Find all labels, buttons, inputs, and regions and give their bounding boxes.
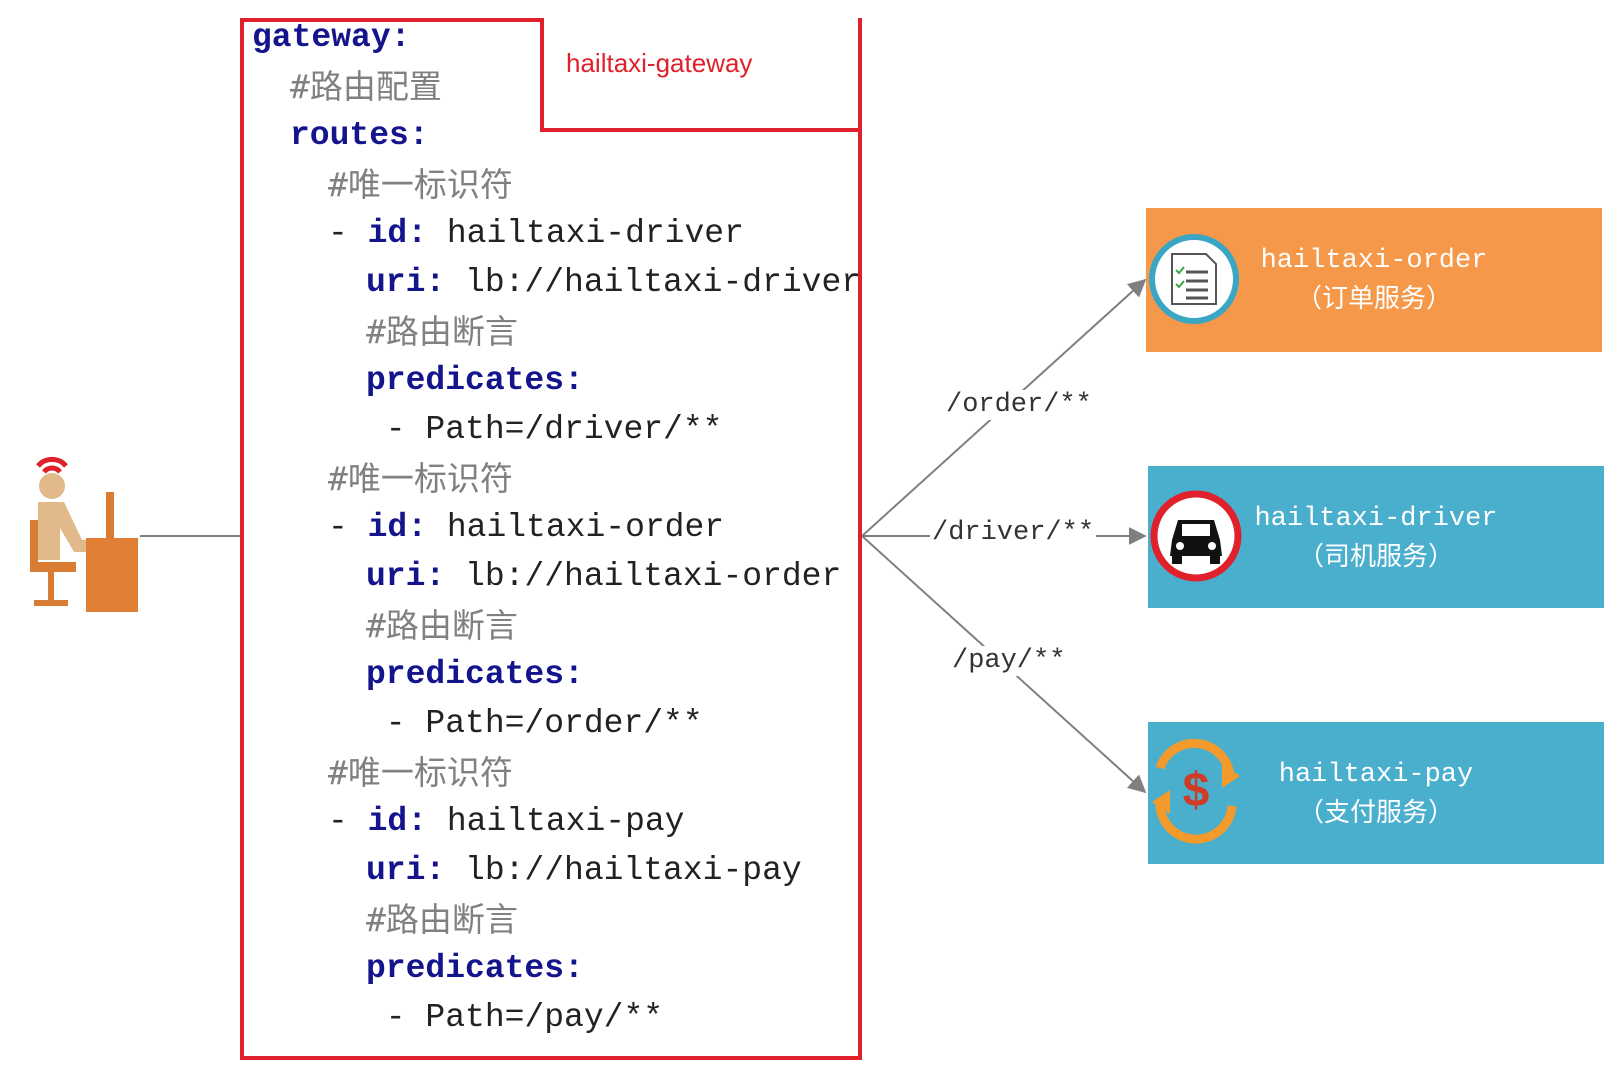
config-comment: #路由配置 — [290, 67, 442, 106]
config-line: predicates: — [366, 949, 584, 989]
config-key: uri: — [366, 558, 446, 595]
config-key: predicates: — [366, 362, 584, 399]
route-label-pay: /pay/** — [950, 646, 1068, 676]
config-comment: #唯一标识符 — [328, 753, 513, 792]
config-list-dash: - — [328, 215, 368, 252]
config-line: - id: hailtaxi-order — [328, 508, 724, 548]
config-key: id: — [367, 509, 428, 546]
service-order-box: hailtaxi-order （订单服务） — [1146, 208, 1602, 352]
service-driver-title: hailtaxi-driver — [1254, 504, 1498, 534]
config-value: - Path=/order/** — [366, 705, 703, 742]
config-line: #路由配置 — [290, 67, 442, 110]
config-key: uri: — [366, 852, 446, 889]
config-line: predicates: — [366, 655, 584, 695]
config-comment: #唯一标识符 — [328, 459, 513, 498]
config-line: uri: lb://hailtaxi-order — [366, 557, 841, 597]
config-key: predicates: — [366, 950, 584, 987]
config-line: - Path=/driver/** — [366, 410, 723, 450]
config-line: - Path=/order/** — [366, 704, 703, 744]
config-value: - Path=/driver/** — [366, 411, 723, 448]
config-key: predicates: — [366, 656, 584, 693]
config-value: hailtaxi-pay — [427, 803, 685, 840]
config-comment: #唯一标识符 — [328, 165, 513, 204]
service-pay-box: hailtaxi-pay （支付服务） — [1148, 722, 1604, 864]
service-order-title: hailtaxi-order — [1260, 246, 1488, 276]
config-value: lb://hailtaxi-pay — [445, 852, 802, 889]
gateway-name-label: hailtaxi-gateway — [566, 48, 753, 78]
config-key: id: — [367, 803, 428, 840]
route-label-driver: /driver/** — [930, 518, 1097, 548]
config-line: - id: hailtaxi-pay — [328, 802, 684, 842]
config-key: uri: — [366, 264, 446, 301]
config-line: - id: hailtaxi-driver — [328, 214, 744, 254]
config-key: id: — [367, 215, 428, 252]
config-value: - Path=/pay/** — [366, 999, 664, 1036]
gateway-routing-diagram: hailtaxi-gateway gateway: #路由配置 routes: #唯一… — [0, 0, 1623, 1072]
config-line: #路由断言 — [366, 900, 518, 943]
config-value: lb://hailtaxi-order — [445, 558, 842, 595]
service-order-subtitle: （订单服务） — [1295, 284, 1452, 314]
config-comment: #路由断言 — [366, 900, 518, 939]
config-line: predicates: — [366, 361, 584, 401]
config-line: gateway: — [252, 18, 410, 58]
config-line: - Path=/pay/** — [366, 998, 663, 1038]
config-value: hailtaxi-driver — [427, 215, 744, 252]
config-line: #路由断言 — [366, 606, 518, 649]
config-line: uri: lb://hailtaxi-pay — [366, 851, 802, 891]
config-key: routes: — [290, 117, 429, 154]
config-comment: #路由断言 — [366, 606, 518, 645]
config-value: lb://hailtaxi-driver — [445, 264, 862, 301]
config-comment: #路由断言 — [366, 312, 518, 351]
config-key: gateway: — [252, 19, 411, 56]
service-driver-subtitle: （司机服务） — [1297, 542, 1454, 572]
config-line: #唯一标识符 — [328, 459, 513, 502]
config-line: uri: lb://hailtaxi-driver — [366, 263, 861, 303]
config-list-dash: - — [328, 803, 368, 840]
route-label-order: /order/** — [944, 390, 1094, 420]
service-pay-subtitle: （支付服务） — [1297, 798, 1454, 828]
config-line: routes: — [290, 116, 429, 156]
config-value: hailtaxi-order — [427, 509, 725, 546]
config-list-dash: - — [328, 509, 368, 546]
service-driver-box: hailtaxi-driver （司机服务） — [1148, 466, 1604, 608]
config-line: #唯一标识符 — [328, 165, 513, 208]
service-pay-title: hailtaxi-pay — [1278, 760, 1474, 790]
config-line: #唯一标识符 — [328, 753, 513, 796]
config-line: #路由断言 — [366, 312, 518, 355]
